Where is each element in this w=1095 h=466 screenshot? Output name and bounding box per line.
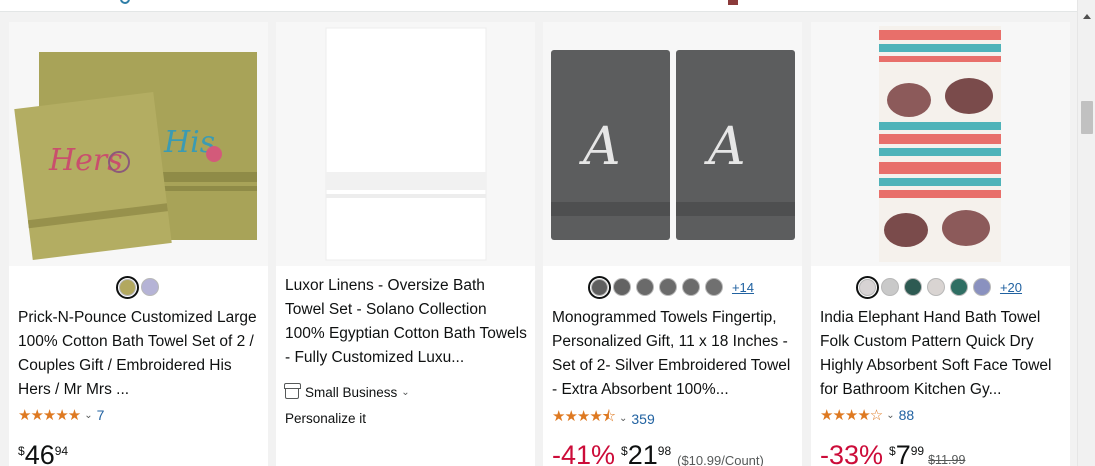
price-symbol: $: [621, 444, 628, 458]
chevron-down-icon[interactable]: ⌄: [886, 410, 894, 421]
top-toolbar-remnant: [0, 0, 1077, 12]
color-swatch[interactable]: [926, 278, 945, 296]
rating[interactable]: ★★★★⯪ ⌄ 359: [552, 406, 655, 431]
price-fraction: 94: [54, 444, 69, 458]
product-image[interactable]: A A: [543, 22, 802, 266]
product-title[interactable]: Monogrammed Towels Fingertip, Personaliz…: [552, 306, 795, 402]
price-whole: 7: [895, 440, 911, 466]
vertical-scrollbar[interactable]: [1077, 0, 1095, 466]
star-rating-icon: ★★★★★: [18, 407, 81, 424]
product-card[interactable]: Hers His Prick-N-Pounce Customized Large…: [9, 22, 268, 466]
price-whole: 21: [627, 440, 658, 466]
color-swatch[interactable]: [140, 278, 159, 296]
rating[interactable]: ★★★★★ ⌄ 7: [18, 406, 104, 424]
product-grid: Hers His Prick-N-Pounce Customized Large…: [0, 12, 1077, 466]
monogram-letter: A: [704, 117, 746, 177]
product-title[interactable]: Prick-N-Pounce Customized Large 100% Cot…: [18, 306, 261, 402]
chevron-down-icon[interactable]: ⌄: [84, 410, 92, 421]
chevron-down-icon[interactable]: ⌄: [619, 413, 627, 424]
price-fraction: 98: [657, 444, 672, 458]
toolbar-icon-fragment: [728, 0, 738, 5]
product-image[interactable]: [276, 22, 535, 266]
color-swatch[interactable]: [658, 278, 677, 296]
rating[interactable]: ★★★★☆ ⌄ 88: [820, 406, 914, 424]
color-swatch[interactable]: [855, 275, 879, 299]
product-title[interactable]: India Elephant Hand Bath Towel Folk Cust…: [820, 306, 1063, 402]
star-rating-icon: ★★★★☆: [820, 407, 883, 424]
unit-price: ($10.99/Count): [677, 453, 764, 466]
price-fraction: 99: [910, 444, 925, 458]
discount-percent: -33%: [820, 440, 884, 466]
review-count[interactable]: 359: [631, 411, 654, 427]
color-swatch[interactable]: [949, 278, 968, 296]
color-swatch[interactable]: [903, 278, 922, 296]
color-swatches: +14: [543, 275, 802, 299]
list-price: $11.99: [928, 453, 966, 466]
price-whole: 46: [24, 440, 55, 466]
more-colors-link[interactable]: +20: [1000, 280, 1022, 295]
review-count[interactable]: 88: [899, 407, 915, 423]
price: $ 46 94: [18, 440, 68, 466]
shop-icon: [284, 383, 301, 399]
more-colors-link[interactable]: +14: [732, 280, 754, 295]
image-label-hers: Hers: [48, 143, 123, 178]
discount-percent: -41%: [552, 440, 616, 466]
product-card[interactable]: A A +14 Monogrammed Towels Fingertip, Pe…: [543, 22, 802, 466]
color-swatches: [9, 275, 268, 299]
personalize-note: Personalize it: [285, 411, 367, 426]
scroll-up-arrow-icon[interactable]: [1083, 14, 1091, 19]
price-symbol: $: [889, 444, 896, 458]
color-swatch[interactable]: [704, 278, 723, 296]
badge-label: Small Business: [305, 385, 398, 400]
monogram-letter: A: [579, 117, 621, 177]
color-swatch[interactable]: [681, 278, 700, 296]
color-swatch[interactable]: [115, 275, 139, 299]
color-swatch[interactable]: [972, 278, 991, 296]
product-image[interactable]: [811, 22, 1070, 266]
product-title[interactable]: Luxor Linens - Oversize Bath Towel Set -…: [285, 274, 528, 370]
color-swatch[interactable]: [635, 278, 654, 296]
toolbar-icon-fragment: [120, 0, 130, 4]
color-swatches: +20: [811, 275, 1070, 299]
star-rating-icon: ★★★★⯪: [552, 408, 616, 425]
small-business-badge[interactable]: Small Business ⌄: [284, 383, 410, 400]
color-swatch[interactable]: [612, 278, 631, 296]
chevron-down-icon[interactable]: ⌄: [401, 387, 409, 398]
price: -41% $ 21 98 ($10.99/Count): [552, 440, 764, 466]
color-swatch[interactable]: [587, 275, 611, 299]
scrollbar-thumb[interactable]: [1081, 101, 1093, 134]
price-symbol: $: [18, 444, 25, 458]
product-card[interactable]: Luxor Linens - Oversize Bath Towel Set -…: [276, 22, 535, 466]
price: -33% $ 7 99 $11.99: [820, 440, 965, 466]
color-swatch[interactable]: [880, 278, 899, 296]
product-image[interactable]: Hers His: [9, 22, 268, 266]
review-count[interactable]: 7: [97, 407, 105, 423]
product-card[interactable]: +20 India Elephant Hand Bath Towel Folk …: [811, 22, 1070, 466]
